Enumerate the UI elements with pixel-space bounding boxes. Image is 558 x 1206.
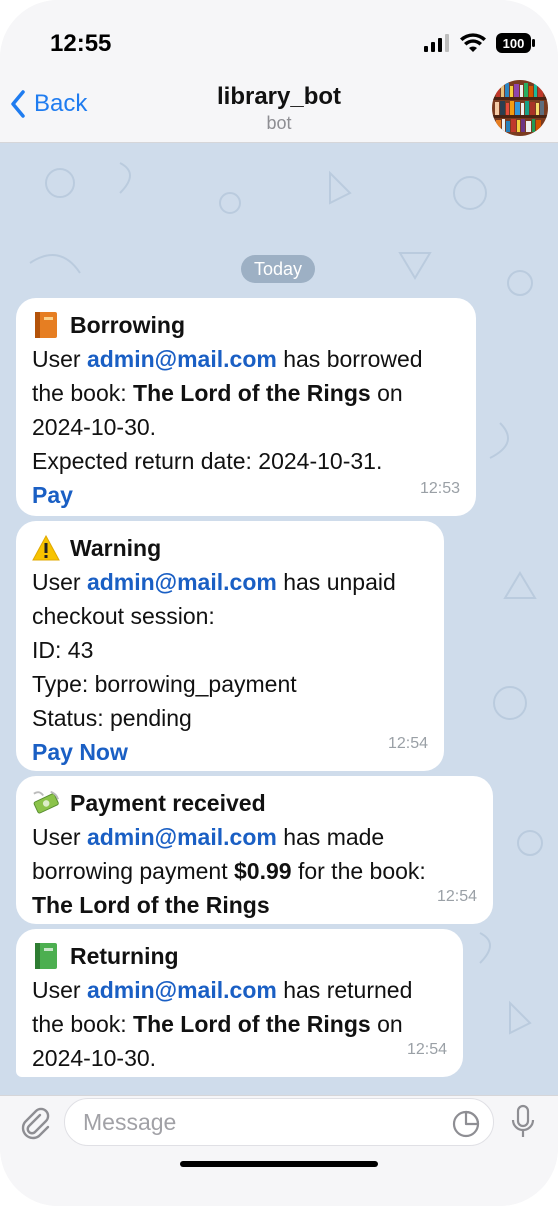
status-icons: 100: [424, 32, 536, 54]
battery-level: 100: [503, 36, 525, 51]
message-header: Borrowing: [32, 308, 460, 342]
message-warning[interactable]: Warning User admin@mail.com has unpaid c…: [16, 521, 444, 771]
message-line: 2024-10-30.: [32, 1045, 157, 1071]
message-header: Returning: [32, 939, 447, 973]
message-payment-received[interactable]: Payment received User admin@mail.com has…: [16, 776, 493, 924]
message-header: Payment received: [32, 786, 477, 820]
chat-title: library_bot: [216, 83, 342, 110]
date-separator: Today: [241, 255, 315, 283]
pay-now-link[interactable]: Pay Now: [32, 735, 428, 769]
email-link[interactable]: admin@mail.com: [87, 977, 277, 1003]
message-header: Warning: [32, 531, 428, 565]
message-line: borrowing payment $0.99 for the book:: [32, 854, 477, 888]
pay-link[interactable]: Pay: [32, 478, 460, 512]
phone-screen: 12:55 100 Back library_bot bot Today Bor…: [0, 0, 558, 1206]
message-line: checkout session:: [32, 603, 215, 629]
book-title: The Lord of the Rings: [32, 892, 270, 918]
text-fragment: has unpaid: [276, 569, 396, 595]
wifi-icon: [460, 33, 486, 52]
book-title: The Lord of the Rings: [133, 380, 371, 406]
message-line: the book: The Lord of the Rings on: [32, 376, 460, 410]
paperclip-icon[interactable]: [18, 1106, 52, 1140]
text-fragment: has made: [276, 824, 385, 850]
text-fragment: has returned: [276, 977, 413, 1003]
message-returning[interactable]: Returning User admin@mail.com has return…: [16, 929, 463, 1077]
orange-book-icon: [32, 311, 60, 339]
email-link[interactable]: admin@mail.com: [87, 569, 277, 595]
message-line: Type: borrowing_payment: [32, 671, 297, 697]
message-composer: Message: [0, 1095, 558, 1206]
bot-avatar[interactable]: [492, 80, 548, 136]
message-line: Expected return date: 2024-10-31.: [32, 448, 383, 474]
chat-header[interactable]: library_bot bot: [0, 82, 558, 134]
status-bar: 12:55 100: [0, 0, 558, 80]
text-fragment: for the book:: [291, 858, 426, 884]
message-borrowing[interactable]: Borrowing User admin@mail.com has borrow…: [16, 298, 476, 516]
message-line: 2024-10-30.: [32, 414, 157, 440]
message-line: the book: The Lord of the Rings on: [32, 1007, 447, 1041]
message-line: User admin@mail.com has returned: [32, 973, 447, 1007]
text-fragment: on: [370, 1011, 403, 1037]
signal-icon: [424, 34, 449, 52]
message-time: 12:54: [436, 888, 477, 905]
text-fragment: User: [32, 977, 81, 1003]
text-fragment: the book:: [32, 1011, 127, 1037]
green-book-icon: [32, 942, 60, 970]
text-fragment: User: [32, 346, 81, 372]
email-link[interactable]: admin@mail.com: [87, 824, 277, 850]
message-time: 12:54: [406, 1041, 447, 1058]
book-title: The Lord of the Rings: [133, 1011, 371, 1037]
battery-icon: 100: [496, 33, 535, 53]
navigation-bar: Back library_bot bot: [0, 80, 558, 143]
sticker-icon[interactable]: [451, 1109, 481, 1139]
message-line: User admin@mail.com has unpaid: [32, 565, 428, 599]
message-line: Status: pending: [32, 705, 192, 731]
text-fragment: User: [32, 569, 81, 595]
message-line: User admin@mail.com has borrowed: [32, 342, 460, 376]
home-indicator[interactable]: [180, 1161, 378, 1167]
text-fragment: User: [32, 824, 81, 850]
message-title: Borrowing: [70, 312, 185, 338]
microphone-icon[interactable]: [510, 1104, 536, 1140]
text-fragment: has borrowed: [276, 346, 423, 372]
message-input[interactable]: Message: [64, 1098, 494, 1146]
bookshelf-avatar-image: [492, 80, 548, 136]
message-line: User admin@mail.com has made: [32, 820, 477, 854]
status-time: 12:55: [50, 30, 112, 57]
message-time: 12:54: [387, 735, 428, 752]
text-fragment: borrowing payment: [32, 858, 228, 884]
warning-icon: [32, 534, 60, 562]
chat-area[interactable]: Today Borrowing User admin@mail.com has …: [0, 143, 558, 1095]
message-title: Warning: [70, 535, 162, 561]
message-title: Returning: [70, 943, 179, 969]
message-placeholder: Message: [83, 1109, 177, 1135]
text-fragment: the book:: [32, 380, 127, 406]
email-link[interactable]: admin@mail.com: [87, 346, 277, 372]
message-time: 12:53: [419, 480, 460, 497]
message-title: Payment received: [70, 790, 266, 816]
text-fragment: on: [370, 380, 403, 406]
message-line: ID: 43: [32, 637, 94, 663]
money-with-wings-icon: [32, 789, 60, 817]
payment-amount: $0.99: [234, 858, 292, 884]
chat-subtitle: bot: [266, 113, 292, 133]
